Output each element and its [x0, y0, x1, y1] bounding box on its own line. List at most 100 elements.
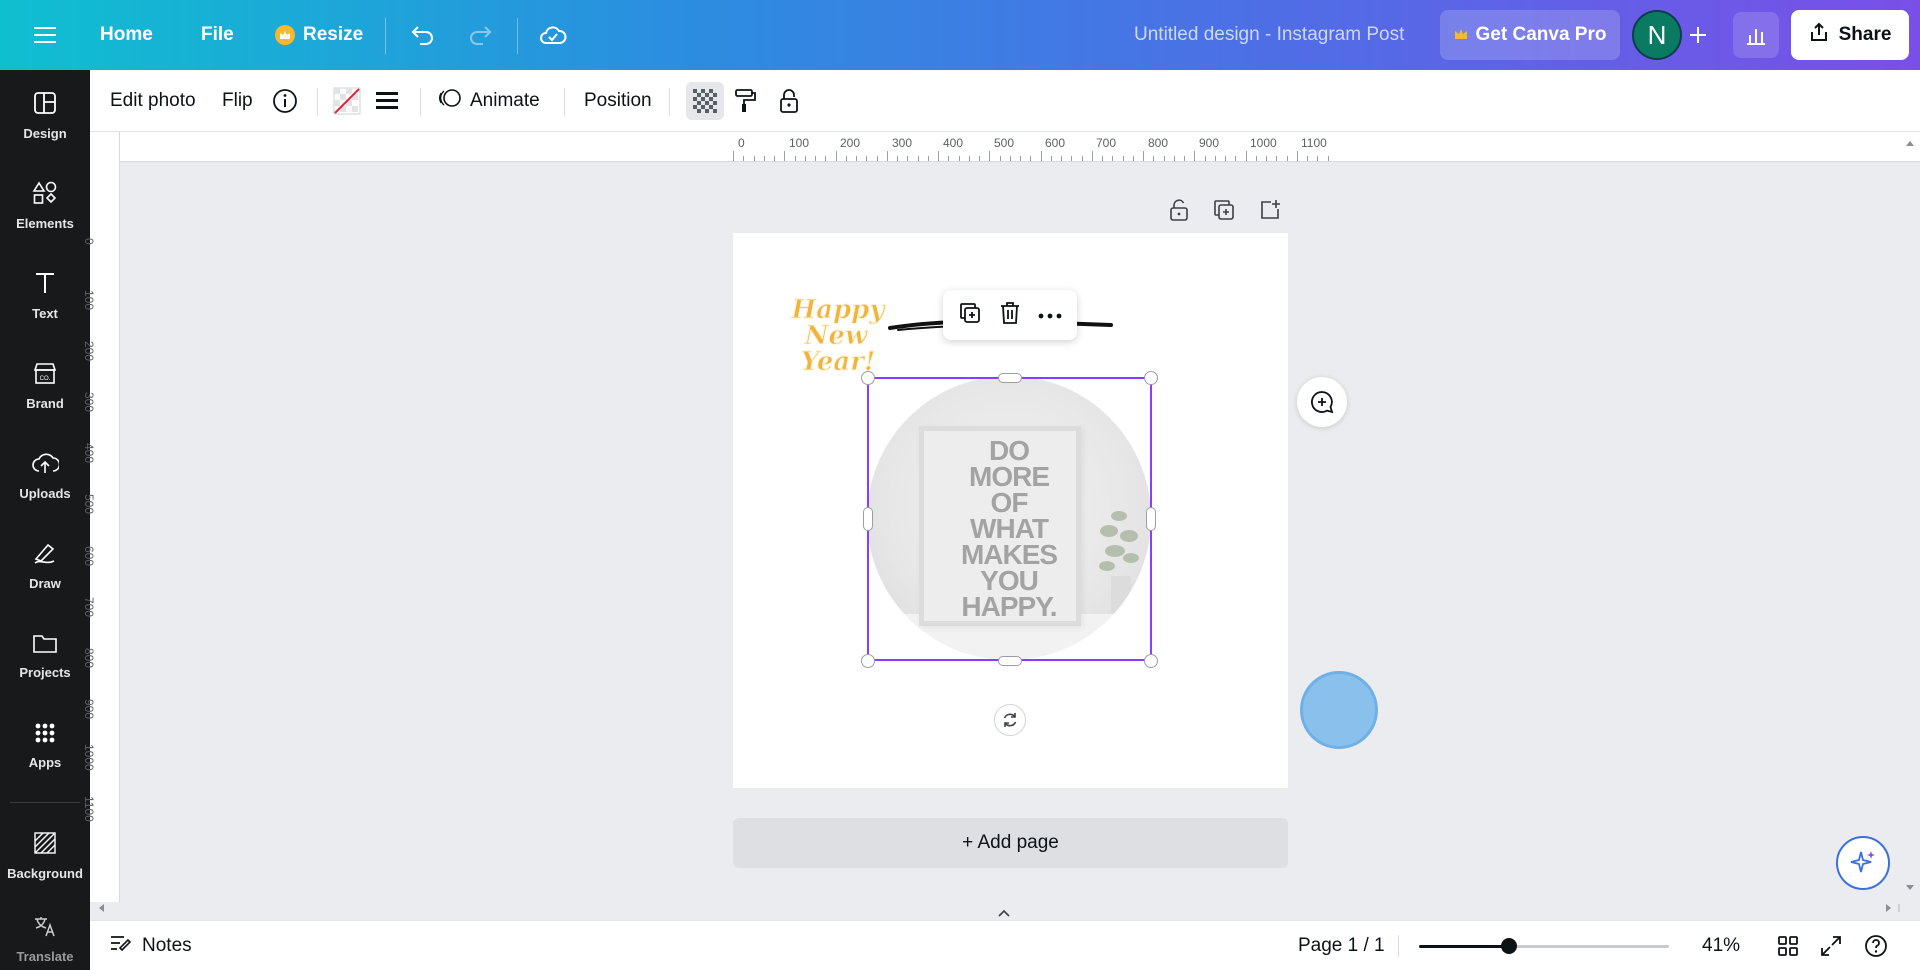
ruler-tick [1050, 156, 1052, 161]
duplicate-icon[interactable] [958, 301, 982, 330]
resize-handle-top[interactable] [998, 373, 1022, 383]
add-comment-icon[interactable] [1297, 377, 1347, 427]
sidebar-item-label: Draw [29, 576, 61, 591]
add-page-icon[interactable] [1259, 196, 1281, 224]
resize-button[interactable]: Resize [275, 0, 363, 70]
notes-button[interactable]: Notes [110, 921, 192, 970]
sidebar-item-translate[interactable]: Translate [0, 906, 90, 970]
crown-icon [1454, 24, 1468, 46]
avatar[interactable]: N [1632, 10, 1682, 60]
resize-handle-bottom[interactable] [998, 656, 1022, 666]
delete-icon[interactable] [999, 301, 1021, 330]
zoom-slider-knob[interactable] [1501, 938, 1517, 954]
translate-icon [33, 914, 57, 943]
resize-handle-right[interactable] [1146, 507, 1156, 531]
page-indicator[interactable]: Page 1 / 1 [1298, 921, 1385, 970]
animate-label: Animate [470, 90, 540, 111]
lock-icon[interactable] [778, 70, 800, 132]
share-icon [1809, 22, 1829, 48]
ruler-tick [938, 151, 939, 161]
ruler-tick [1276, 156, 1278, 161]
redo-icon[interactable] [465, 0, 495, 70]
ruler-tick [1122, 156, 1124, 161]
undo-icon[interactable] [408, 0, 438, 70]
sidebar-item-apps[interactable]: Apps [0, 706, 90, 786]
chevron-up-icon [998, 909, 1010, 917]
edit-photo-button[interactable]: Edit photo [110, 70, 196, 132]
ruler-tick [733, 151, 734, 161]
ruler-tick [876, 156, 878, 161]
ruler-tick [1266, 156, 1267, 161]
rotate-icon[interactable] [994, 704, 1026, 736]
ruler-tick [825, 156, 827, 161]
more-options-icon[interactable] [1038, 306, 1062, 324]
sidebar-item-label: Apps [28, 755, 62, 770]
vertical-scrollbar[interactable] [1900, 132, 1920, 902]
resize-label: Resize [303, 24, 364, 45]
ruler-tick-label: 800 [1148, 136, 1169, 150]
transparency-icon[interactable] [686, 82, 724, 120]
home-button[interactable]: Home [100, 0, 153, 70]
share-button[interactable]: Share [1791, 10, 1909, 60]
resize-handle-top-right[interactable] [1144, 371, 1158, 385]
ruler-tick [866, 156, 868, 161]
get-canva-pro-button[interactable]: Get Canva Pro [1440, 10, 1620, 60]
ruler-tick-label: 1100 [1301, 136, 1327, 150]
magic-assistant-icon[interactable] [1836, 836, 1890, 890]
position-button[interactable]: Position [584, 70, 652, 132]
document-title[interactable]: Untitled design - Instagram Post [1134, 0, 1404, 70]
ruler-tick [1061, 156, 1062, 161]
file-menu-button[interactable]: File [201, 0, 234, 70]
insights-icon[interactable] [1733, 12, 1779, 58]
ruler-tick [907, 156, 909, 161]
flip-button[interactable]: Flip [222, 70, 253, 132]
cloud-saved-icon[interactable] [537, 0, 569, 70]
ruler-tick [1102, 156, 1103, 161]
fullscreen-icon[interactable] [1820, 921, 1842, 970]
paint-roller-icon[interactable] [733, 70, 757, 132]
duplicate-page-icon[interactable] [1213, 196, 1235, 224]
ruler-tick [845, 156, 847, 161]
divider [385, 18, 386, 54]
elements-icon [32, 181, 58, 210]
unlock-icon[interactable] [1168, 196, 1190, 224]
ruler-tick-label: 600 [82, 546, 96, 567]
resize-handle-top-left[interactable] [861, 371, 875, 385]
happy-new-year-sticker[interactable]: Happy New Year! [790, 284, 887, 380]
sidebar-item-background[interactable]: Background [0, 816, 90, 896]
ruler-tick [897, 156, 898, 161]
add-collaborator-icon[interactable] [1683, 0, 1713, 70]
ruler-tick [968, 156, 970, 161]
sidebar-item-design[interactable]: Design [0, 76, 90, 156]
sidebar-item-draw[interactable]: Draw [0, 526, 90, 606]
sidebar-item-elements[interactable]: Elements [0, 166, 90, 246]
sidebar-item-text[interactable]: Text [0, 256, 90, 336]
ruler-tick-label: 400 [82, 443, 96, 464]
sidebar-item-uploads[interactable]: Uploads [0, 436, 90, 516]
sidebar-item-label: Brand [26, 396, 64, 411]
help-icon[interactable] [1864, 921, 1888, 970]
grid-view-icon[interactable] [1777, 921, 1799, 970]
ruler-tick [1307, 156, 1308, 161]
ruler-tick [1040, 151, 1042, 161]
border-style-icon[interactable] [375, 70, 399, 132]
sidebar-item-projects[interactable]: Projects [0, 616, 90, 696]
add-page-button[interactable]: + Add page [733, 818, 1288, 868]
left-sidebar: Design Elements Text CO. Brand Uploads D… [0, 70, 90, 970]
ruler-tick [999, 156, 1001, 161]
design-icon [33, 91, 57, 120]
resize-handle-bottom-right[interactable] [1144, 654, 1158, 668]
border-color-icon[interactable] [332, 70, 362, 132]
ruler-tick [1317, 156, 1319, 161]
zoom-percentage[interactable]: 41% [1702, 921, 1740, 970]
ruler-tick [1112, 156, 1114, 161]
menu-icon[interactable] [30, 0, 60, 70]
sidebar-item-brand[interactable]: CO. Brand [0, 346, 90, 426]
resize-handle-left[interactable] [863, 507, 873, 531]
ruler-tick-label: 200 [840, 136, 861, 150]
zoom-slider[interactable] [1419, 938, 1669, 954]
animate-button[interactable]: Animate [438, 70, 540, 132]
ruler-tick [1081, 156, 1083, 161]
info-icon[interactable] [272, 70, 298, 132]
resize-handle-bottom-left[interactable] [861, 654, 875, 668]
